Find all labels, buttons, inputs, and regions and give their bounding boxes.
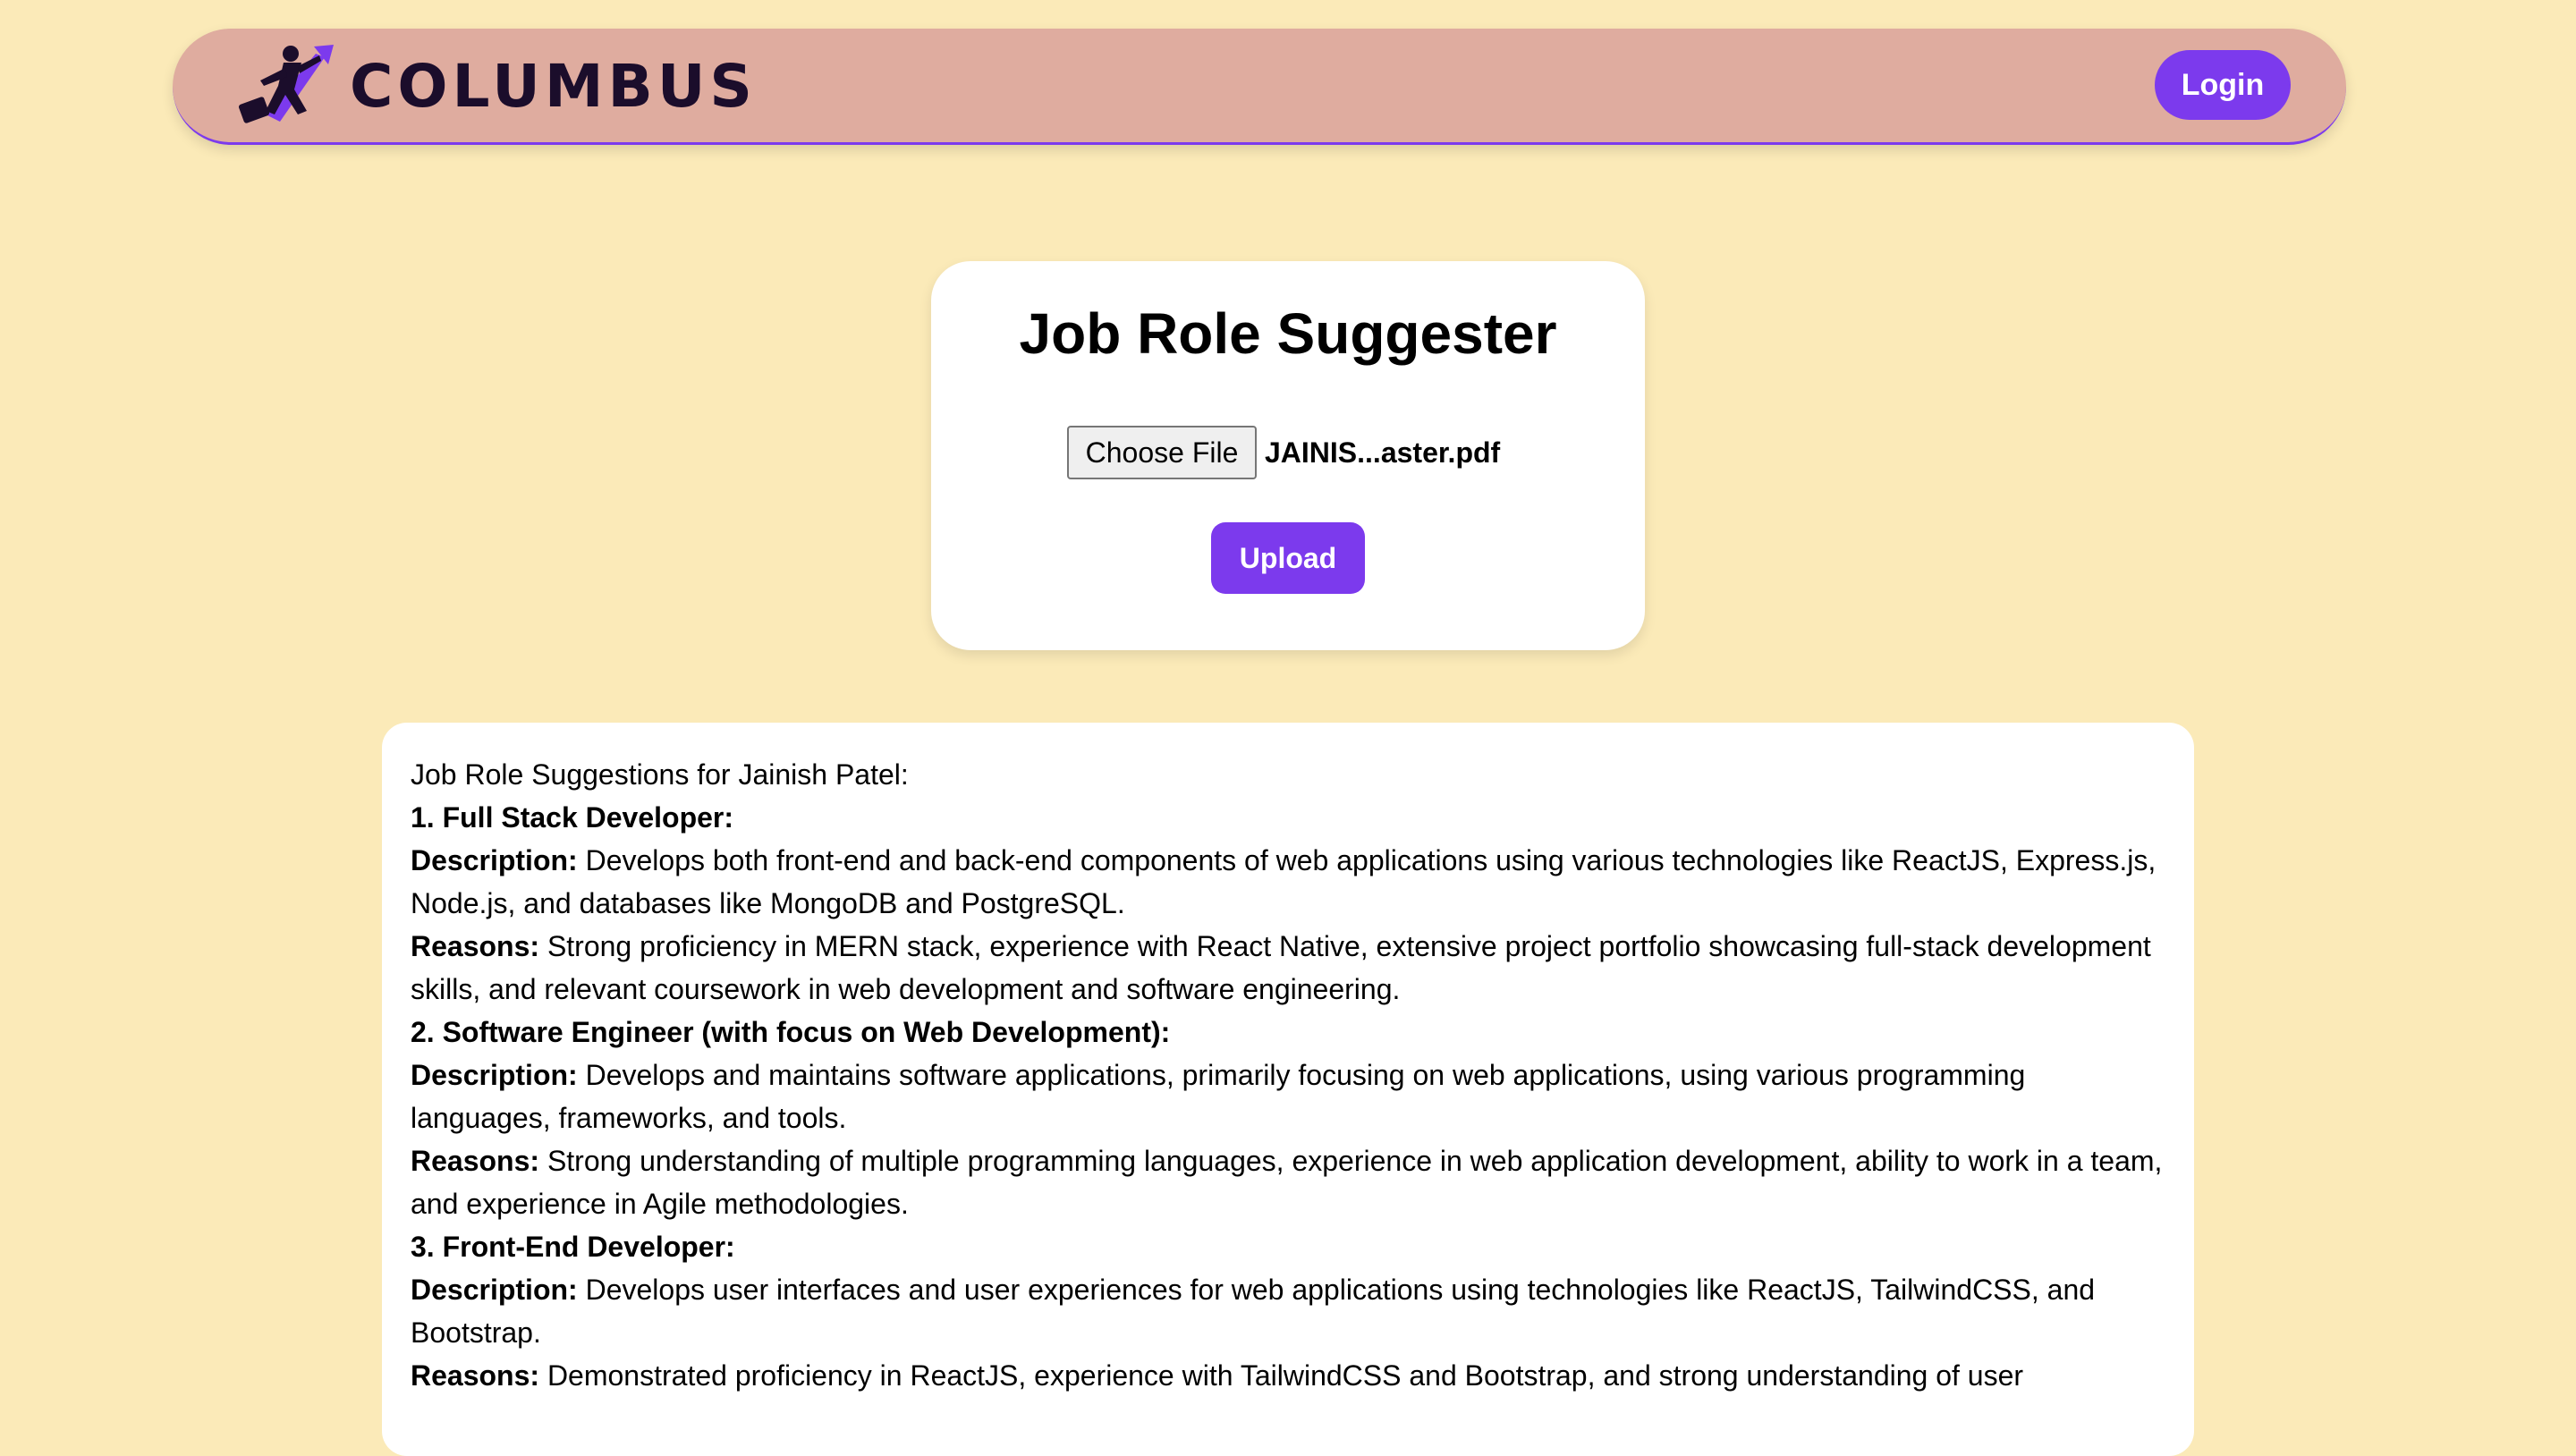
role-description: Description: Develops user interfaces an… — [411, 1274, 2096, 1349]
role-reasons: Reasons: Demonstrated proficiency in Rea… — [411, 1359, 2024, 1392]
selected-file-name: JAINIS...aster.pdf — [1265, 436, 1501, 469]
role-title: 2. Software Engineer (with focus on Web … — [411, 1016, 1171, 1048]
role-title: 1. Full Stack Developer: — [411, 801, 734, 834]
login-button[interactable]: Login — [2155, 50, 2291, 120]
role-reasons: Reasons: Strong understanding of multipl… — [411, 1145, 2163, 1220]
role-description: Description: Develops both front-end and… — [411, 844, 2157, 919]
results-heading: Job Role Suggestions for Jainish Patel: — [411, 758, 909, 791]
role-reasons: Reasons: Strong proficiency in MERN stac… — [411, 930, 2151, 1005]
brand-name[interactable]: COLUMBUS — [350, 48, 757, 125]
choose-file-button[interactable]: Choose File — [1067, 426, 1257, 479]
top-navbar: COLUMBUS Login — [173, 29, 2346, 145]
page-title: Job Role Suggester — [1019, 301, 1557, 366]
role-description: Description: Develops and maintains soft… — [411, 1059, 2026, 1134]
rocket-man-icon[interactable] — [235, 41, 339, 134]
role-title: 3. Front-End Developer: — [411, 1231, 735, 1263]
results-panel: Job Role Suggestions for Jainish Patel: … — [382, 723, 2194, 1456]
upload-card: Job Role Suggester Choose File JAINIS...… — [931, 261, 1645, 650]
upload-button[interactable]: Upload — [1211, 522, 1365, 594]
